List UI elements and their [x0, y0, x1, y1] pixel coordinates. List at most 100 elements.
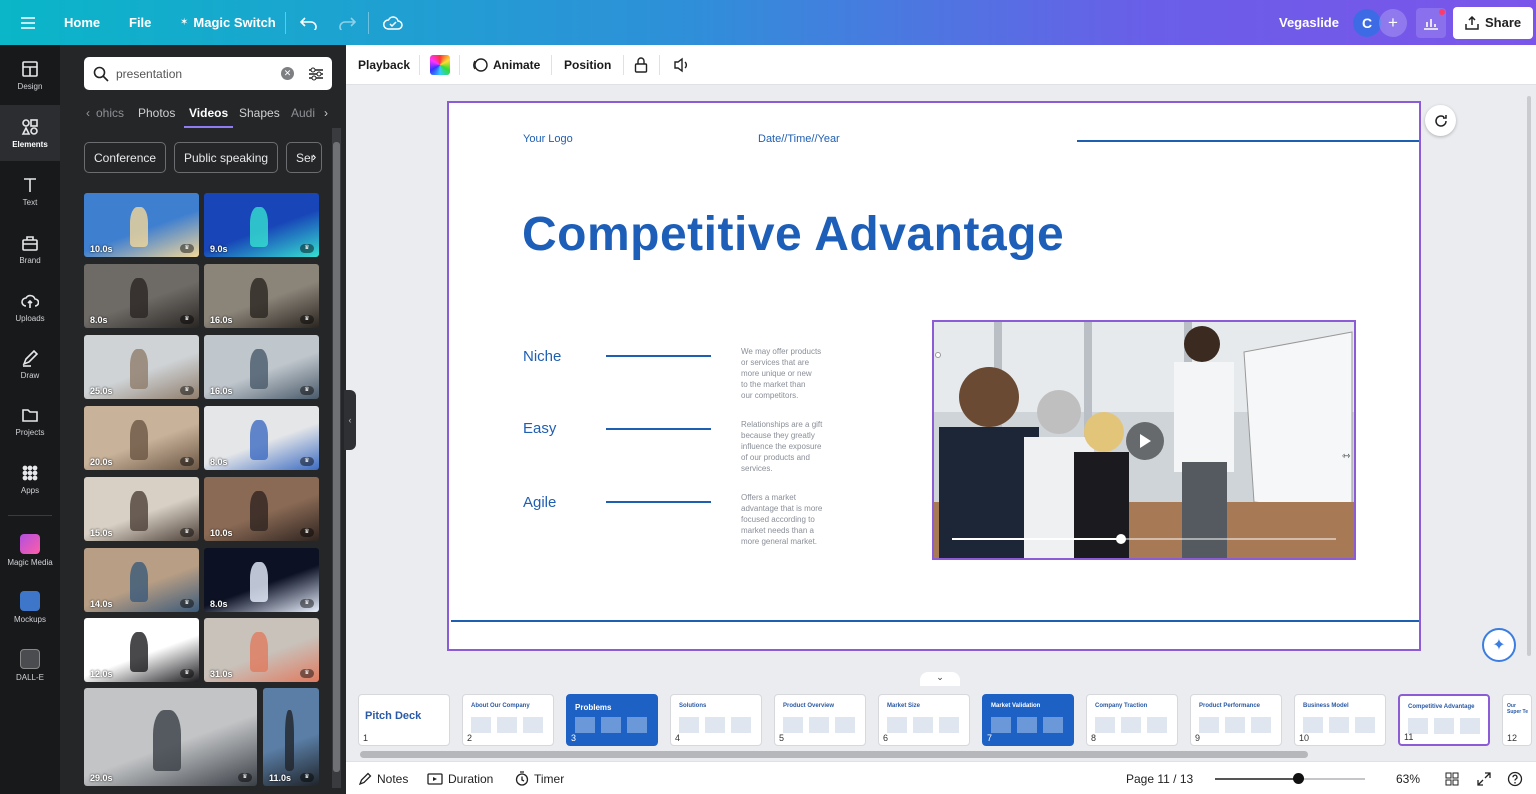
share-button[interactable]: Share — [1453, 0, 1534, 45]
video-thumbnail[interactable]: 15.0s ♛ — [84, 477, 199, 541]
page-thumbnail[interactable]: Market Validation 7 — [982, 694, 1074, 746]
page-thumbnail[interactable]: Business Model 10 — [1294, 694, 1386, 746]
avatar[interactable]: C — [1353, 0, 1381, 45]
refresh-icon[interactable] — [1425, 105, 1456, 136]
page-thumbnail[interactable]: Competitive Advantage 11 — [1398, 694, 1490, 746]
slide-logo[interactable]: Your Logo — [523, 133, 573, 145]
fullscreen-icon[interactable] — [1477, 762, 1491, 794]
rail-item-uploads[interactable]: Uploads — [0, 281, 60, 333]
video-thumbnail[interactable]: 10.0s ♛ — [84, 193, 199, 257]
rail-item-mockups[interactable]: Mockups — [0, 581, 60, 633]
timer-button[interactable]: Timer — [515, 762, 564, 794]
video-thumbnail[interactable]: 25.0s ♛ — [84, 335, 199, 399]
page-thumbnail[interactable]: Company Traction 8 — [1086, 694, 1178, 746]
help-icon[interactable] — [1507, 762, 1523, 794]
rail-item-apps[interactable]: Apps — [0, 453, 60, 505]
video-thumbnail[interactable]: 9.0s ♛ — [204, 193, 319, 257]
undo-icon[interactable] — [300, 0, 318, 45]
page-thumbnail[interactable]: Problems 3 — [566, 694, 658, 746]
strip-scroll-thumb[interactable] — [360, 751, 1308, 758]
filter-icon[interactable] — [308, 67, 324, 81]
page-thumbnail[interactable]: Solutions 4 — [670, 694, 762, 746]
item-text-easy[interactable]: Relationships are a gift because they gr… — [741, 419, 822, 474]
resize-handle[interactable] — [935, 352, 941, 358]
rail-item-brand[interactable]: Brand — [0, 223, 60, 275]
zoom-slider[interactable] — [1215, 773, 1365, 784]
page-thumbnail[interactable]: Product Overview 5 — [774, 694, 866, 746]
rail-item-text[interactable]: Text — [0, 165, 60, 217]
video-thumbnail[interactable]: 11.0s ♛ — [263, 688, 319, 786]
search-box[interactable]: presentation ✕ — [84, 57, 332, 90]
chip-public-speaking[interactable]: Public speaking — [174, 142, 279, 173]
page-thumbnail[interactable]: Pitch Deck 1 — [358, 694, 450, 746]
rail-item-projects[interactable]: Projects — [0, 395, 60, 447]
tab-audio[interactable]: Audi — [291, 106, 315, 120]
resize-side-handle[interactable]: ⇿ — [1342, 451, 1350, 462]
file-button[interactable]: File — [129, 0, 151, 45]
home-button[interactable]: Home — [64, 0, 100, 45]
strip-scrollbar[interactable] — [346, 748, 1536, 761]
notes-button[interactable]: Notes — [358, 762, 408, 794]
volume-icon[interactable] — [673, 45, 691, 85]
collapse-strip-icon[interactable]: ⌄ — [920, 672, 960, 686]
menu-icon[interactable] — [20, 0, 36, 45]
video-progress-track[interactable] — [952, 534, 1336, 544]
chips-next-icon[interactable]: › — [312, 149, 316, 164]
rail-item-elements[interactable]: Elements — [0, 105, 60, 161]
slide-date[interactable]: Date//Time//Year — [758, 133, 840, 145]
duration-button[interactable]: Duration — [427, 762, 493, 794]
playback-button[interactable]: Playback — [358, 45, 410, 85]
video-thumbnail[interactable]: 31.0s ♛ — [204, 618, 319, 682]
add-collaborator-button[interactable]: + — [1379, 0, 1407, 45]
project-name[interactable]: Vegaslide — [1279, 0, 1339, 45]
video-thumbnail[interactable]: 16.0s ♛ — [204, 264, 319, 328]
item-label-easy[interactable]: Easy — [523, 420, 556, 437]
item-text-niche[interactable]: We may offer products or services that a… — [741, 346, 821, 401]
canvas-scrollbar[interactable] — [1524, 90, 1534, 670]
page-thumbnail[interactable]: Market Size 6 — [878, 694, 970, 746]
video-thumbnail[interactable]: 8.0s ♛ — [84, 264, 199, 328]
slide-video[interactable] — [932, 320, 1356, 560]
slide-title[interactable]: Competitive Advantage — [522, 207, 1064, 262]
clear-search-icon[interactable]: ✕ — [281, 67, 294, 80]
video-thumbnail[interactable]: 8.0s ♛ — [204, 406, 319, 470]
rail-item-dalle[interactable]: DALL-E — [0, 639, 60, 691]
play-icon[interactable] — [1126, 422, 1164, 460]
chip-conference[interactable]: Conference — [84, 142, 167, 173]
collapse-panel-handle[interactable]: ‹ — [344, 390, 356, 450]
rail-item-design[interactable]: Design — [0, 49, 60, 101]
video-thumbnail[interactable]: 12.0s ♛ — [84, 618, 199, 682]
item-label-agile[interactable]: Agile — [523, 494, 556, 511]
tab-photos[interactable]: Photos — [138, 106, 175, 120]
video-thumbnail[interactable]: 29.0s ♛ — [84, 688, 257, 786]
video-progress-handle[interactable] — [1116, 534, 1126, 544]
zoom-slider-handle[interactable] — [1293, 773, 1304, 784]
lock-icon[interactable] — [634, 45, 648, 85]
panel-scrollbar[interactable] — [332, 128, 341, 788]
video-thumbnail[interactable]: 14.0s ♛ — [84, 548, 199, 612]
page-thumbnail[interactable]: Our Super Te 12 — [1502, 694, 1532, 746]
chip-seminar[interactable]: Ser — [286, 142, 322, 173]
cloud-saved-icon[interactable] — [383, 0, 403, 45]
tab-graphics[interactable]: ohics — [96, 106, 124, 120]
canvas-scroll-thumb[interactable] — [1527, 96, 1531, 656]
video-thumbnail[interactable]: 20.0s ♛ — [84, 406, 199, 470]
redo-icon[interactable] — [338, 0, 356, 45]
rail-item-magic-media[interactable]: Magic Media — [0, 523, 60, 577]
video-thumbnail[interactable]: 10.0s ♛ — [204, 477, 319, 541]
analytics-button[interactable] — [1416, 0, 1446, 45]
scroll-thumb[interactable] — [333, 142, 340, 772]
tabs-prev-icon[interactable]: ‹ — [86, 106, 90, 120]
page-indicator[interactable]: Page 11 / 13 — [1126, 762, 1193, 794]
animate-button[interactable]: Animate — [472, 45, 540, 85]
tab-videos[interactable]: Videos — [189, 106, 228, 120]
zoom-level[interactable]: 63% — [1396, 762, 1420, 794]
item-label-niche[interactable]: Niche — [523, 348, 561, 365]
magic-switch-button[interactable]: ✶ Magic Switch — [180, 0, 276, 45]
page-thumbnail[interactable]: About Our Company 2 — [462, 694, 554, 746]
position-button[interactable]: Position — [564, 45, 611, 85]
rail-item-draw[interactable]: Draw — [0, 338, 60, 390]
item-text-agile[interactable]: Offers a market advantage that is more f… — [741, 492, 822, 547]
video-thumbnail[interactable]: 8.0s ♛ — [204, 548, 319, 612]
search-input[interactable]: presentation — [116, 67, 281, 81]
